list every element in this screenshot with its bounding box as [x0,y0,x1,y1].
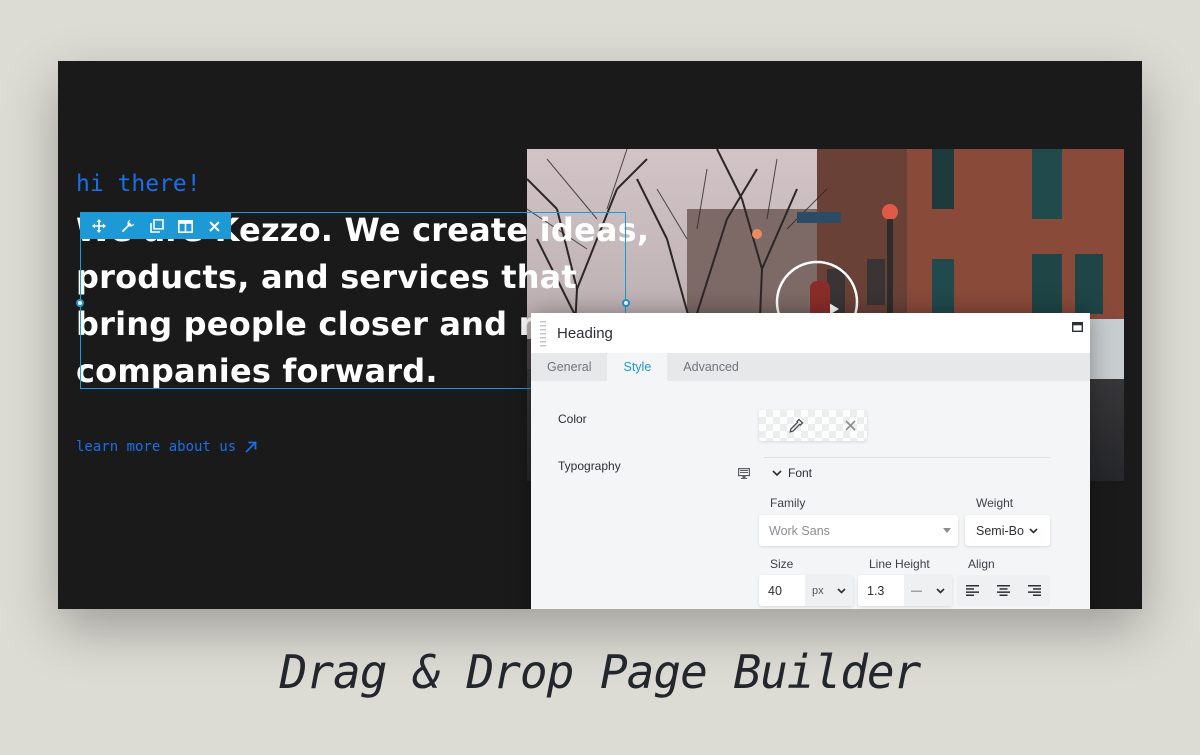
tab-style[interactable]: Style [607,353,668,381]
align-right-icon[interactable] [1028,585,1041,596]
family-label: Family [770,496,806,510]
panel-title: Heading [557,324,613,342]
columns-icon[interactable] [173,215,198,237]
size-unit-value: px [812,584,824,597]
font-size-value: 40 [768,583,782,598]
learn-more-link[interactable]: learn more about us [76,439,257,455]
learn-more-label: learn more about us [76,439,237,455]
align-left-icon[interactable] [966,585,979,596]
line-height-label: Line Height [869,557,930,571]
color-label: Color [558,412,587,426]
size-label: Size [770,557,794,571]
font-section-toggle[interactable]: Font [772,466,812,480]
font-family-value: Work Sans [769,523,830,538]
heading-line: products, and services that [76,258,577,296]
drag-grip-icon[interactable] [540,321,546,347]
font-weight-select[interactable]: Semi-Bo [965,515,1050,546]
align-label: Align [968,557,995,571]
eyedropper-icon[interactable] [788,418,804,434]
move-icon[interactable] [86,215,111,237]
caret-down-icon [943,528,951,533]
font-size-input[interactable]: 40 px [759,575,853,606]
panel-tabs: General Style Advanced [531,353,1090,381]
resize-handle-right[interactable] [622,299,630,307]
chevron-down-icon [837,588,846,594]
tab-general[interactable]: General [531,353,607,381]
page-preview: hi there! We are Kezzo. We create ideas,… [58,61,1142,609]
size-unit-select[interactable]: px [805,575,853,606]
wrench-icon[interactable] [115,215,140,237]
line-height-unit-select[interactable]: — [904,575,952,606]
resize-handle-left[interactable] [76,299,84,307]
color-picker[interactable] [759,410,867,441]
line-height-value: 1.3 [867,583,885,598]
chevron-down-icon [936,588,945,594]
line-height-unit-value: — [911,584,922,597]
font-weight-value: Semi-Bo [976,523,1024,538]
arrow-up-right-icon [245,441,257,453]
maximize-icon[interactable] [1072,322,1083,332]
duplicate-icon[interactable] [144,215,169,237]
tab-advanced[interactable]: Advanced [667,353,755,381]
panel-header[interactable]: Heading [531,313,1090,353]
chevron-down-icon [1029,528,1038,534]
clear-color-icon[interactable] [845,420,856,431]
font-family-select[interactable]: Work Sans [759,515,958,546]
settings-panel: Heading General Style Advanced Color Typ… [531,313,1090,609]
element-toolbar [80,213,231,239]
section-divider [764,457,1050,458]
desktop-icon[interactable] [738,468,750,479]
hero-eyebrow: hi there! [76,171,201,197]
align-center-icon[interactable] [997,585,1010,596]
typography-label: Typography [558,459,621,473]
font-section-label: Font [788,466,813,480]
close-icon[interactable] [202,215,227,237]
line-height-input[interactable]: 1.3 — [858,575,952,606]
text-align-group [957,575,1050,606]
page-caption: Drag & Drop Page Builder [279,645,922,699]
weight-label: Weight [976,496,1014,510]
chevron-down-icon [772,469,782,476]
